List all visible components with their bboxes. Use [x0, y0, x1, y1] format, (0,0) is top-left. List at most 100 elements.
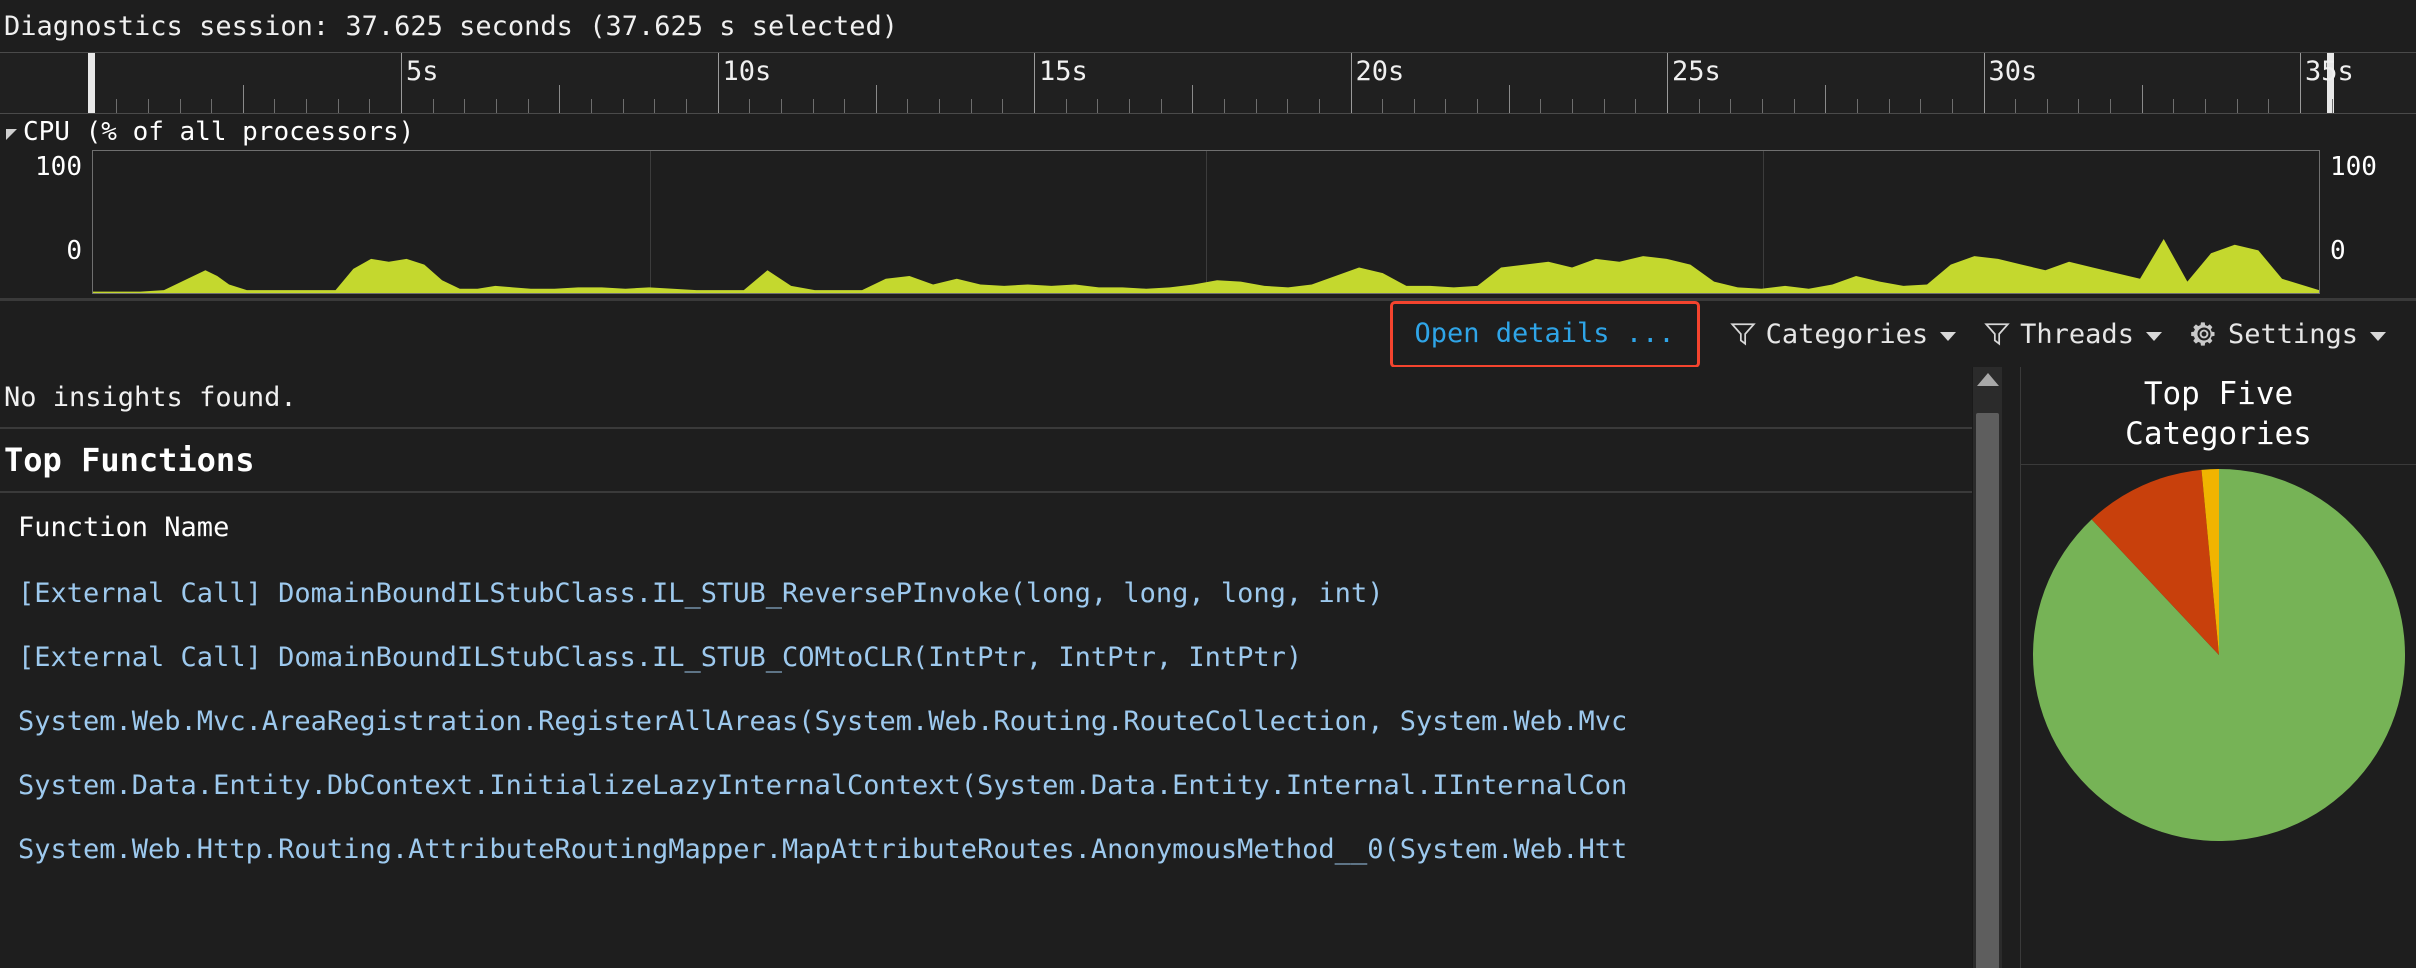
ruler-minor-tick: [654, 99, 655, 113]
function-name-text: System.Web.Mvc.AreaRegistration.Register…: [18, 706, 1627, 737]
pie-slice[interactable]: [2033, 469, 2405, 841]
cpu-section-header[interactable]: CPU (% of all processors): [0, 114, 2416, 150]
top-five-categories-pie-chart[interactable]: [2033, 469, 2405, 841]
ruler-minor-tick: [1319, 99, 1320, 113]
chevron-up-icon: [1977, 373, 1999, 386]
open-details-link[interactable]: Open details ...: [1415, 318, 1675, 349]
cpu-usage-area-chart: [93, 151, 2319, 293]
ruler-minor-tick: [1287, 99, 1288, 113]
timeline-ruler[interactable]: 5s10s15s20s25s30s35s: [0, 52, 2416, 114]
cpu-axis-right: 100 0: [2320, 150, 2416, 294]
ruler-minor-tick: [1825, 85, 1826, 113]
ruler-minor-tick: [2173, 99, 2174, 113]
ruler-minor-tick: [1699, 99, 1700, 113]
ruler-tick-label: 25s: [1667, 56, 1721, 87]
ruler-minor-tick: [2332, 99, 2333, 113]
insights-message: No insights found.: [0, 367, 1972, 429]
ruler-minor-tick: [243, 85, 244, 113]
top-functions-heading-text: Top Functions: [4, 441, 254, 479]
insights-message-text: No insights found.: [4, 382, 297, 413]
ruler-minor-tick: [1414, 99, 1415, 113]
ruler-minor-tick: [306, 99, 307, 113]
ruler-minor-tick: [686, 99, 687, 113]
ruler-minor-tick: [1730, 99, 1731, 113]
function-name-column-header[interactable]: Function Name: [0, 493, 1972, 561]
gear-icon: [2190, 320, 2218, 348]
ruler-minor-tick: [2205, 99, 2206, 113]
chevron-down-icon: [1940, 332, 1956, 341]
filter-icon: [1730, 320, 1756, 348]
ruler-minor-tick: [1445, 99, 1446, 113]
ruler-minor-tick: [2110, 99, 2111, 113]
ruler-minor-tick: [907, 99, 908, 113]
chevron-down-icon: [2146, 332, 2162, 341]
function-list-row[interactable]: System.Data.Entity.DbContext.InitializeL…: [0, 753, 1972, 817]
functions-vertical-scrollbar[interactable]: [1972, 367, 2002, 968]
cpu-plot-area[interactable]: [92, 150, 2320, 294]
ruler-minor-tick: [1889, 99, 1890, 113]
ruler-minor-tick: [1794, 99, 1795, 113]
function-list: [External Call] DomainBoundILStubClass.I…: [0, 561, 1972, 881]
ruler-minor-tick: [1477, 99, 1478, 113]
cpu-axis-left-max: 100: [35, 152, 82, 182]
session-header-text: Diagnostics session: 37.625 seconds (37.…: [4, 11, 898, 42]
cpu-graph-section: CPU (% of all processors) 100 0 100 0: [0, 114, 2416, 298]
ruler-minor-tick: [781, 99, 782, 113]
ruler-tick-label: 20s: [1351, 56, 1405, 87]
ruler-minor-tick: [2078, 99, 2079, 113]
selection-start-handle[interactable]: [88, 53, 95, 113]
function-list-row[interactable]: System.Web.Mvc.AreaRegistration.Register…: [0, 689, 1972, 753]
scrollbar-thumb[interactable]: [1976, 413, 1999, 968]
function-list-row[interactable]: [External Call] DomainBoundILStubClass.I…: [0, 561, 1972, 625]
threads-filter-button[interactable]: Threads: [1970, 313, 2176, 356]
details-toolbar: Open details ... Categories Threads Sett…: [0, 301, 2416, 367]
functions-pane: No insights found. Top Functions Functio…: [0, 367, 1972, 968]
ruler-tick-label: 30s: [1984, 56, 2038, 87]
ruler-tick-label: 15s: [1034, 56, 1088, 87]
collapse-triangle-icon[interactable]: [6, 129, 17, 140]
cpu-graph-row: 100 0 100 0: [0, 150, 2416, 298]
pie-chart-wrap: [2021, 465, 2416, 968]
ruler-minor-tick: [559, 85, 560, 113]
function-list-row[interactable]: [External Call] DomainBoundILStubClass.I…: [0, 625, 1972, 689]
settings-button[interactable]: Settings: [2176, 313, 2400, 356]
ruler-minor-tick: [591, 99, 592, 113]
categories-filter-button[interactable]: Categories: [1716, 313, 1971, 356]
ruler-tick-label: 10s: [718, 56, 772, 87]
ruler-minor-tick: [2047, 99, 2048, 113]
ruler-minor-tick: [116, 99, 117, 113]
ruler-minor-tick: [749, 99, 750, 113]
diagnostics-hub-window: Diagnostics session: 37.625 seconds (37.…: [0, 0, 2416, 968]
function-name-text: [External Call] DomainBoundILStubClass.I…: [18, 578, 1383, 609]
ruler-minor-tick: [148, 99, 149, 113]
pane-gap: [2002, 367, 2020, 968]
ruler-tick-label: 5s: [401, 56, 439, 87]
ruler-minor-tick: [939, 99, 940, 113]
function-list-row[interactable]: System.Web.Http.Routing.AttributeRouting…: [0, 817, 1972, 881]
scroll-up-button[interactable]: [1973, 373, 2002, 386]
ruler-minor-tick: [1572, 99, 1573, 113]
top-five-categories-pane: Top Five Categories: [2020, 367, 2416, 968]
ruler-minor-tick: [2237, 99, 2238, 113]
ruler-minor-tick: [1920, 99, 1921, 113]
ruler-minor-tick: [2268, 99, 2269, 113]
ruler-minor-tick: [813, 99, 814, 113]
function-name-text: System.Web.Http.Routing.AttributeRouting…: [18, 834, 1627, 865]
ruler-minor-tick: [844, 99, 845, 113]
ruler-minor-tick: [1224, 99, 1225, 113]
ruler-minor-tick: [2142, 85, 2143, 113]
ruler-minor-tick: [1509, 85, 1510, 113]
cpu-axis-left-min: 0: [66, 236, 82, 266]
ruler-minor-tick: [1129, 99, 1130, 113]
ruler-minor-tick: [433, 99, 434, 113]
ruler-minor-tick: [464, 99, 465, 113]
settings-label: Settings: [2228, 319, 2358, 350]
cpu-axis-right-max: 100: [2330, 152, 2377, 182]
function-name-text: [External Call] DomainBoundILStubClass.I…: [18, 642, 1302, 673]
function-name-column-label: Function Name: [18, 512, 229, 543]
top-functions-heading: Top Functions: [0, 429, 1972, 493]
ruler-minor-tick: [2015, 99, 2016, 113]
ruler-minor-tick: [876, 85, 877, 113]
function-name-text: System.Data.Entity.DbContext.InitializeL…: [18, 770, 1627, 801]
ruler-minor-tick: [1382, 99, 1383, 113]
